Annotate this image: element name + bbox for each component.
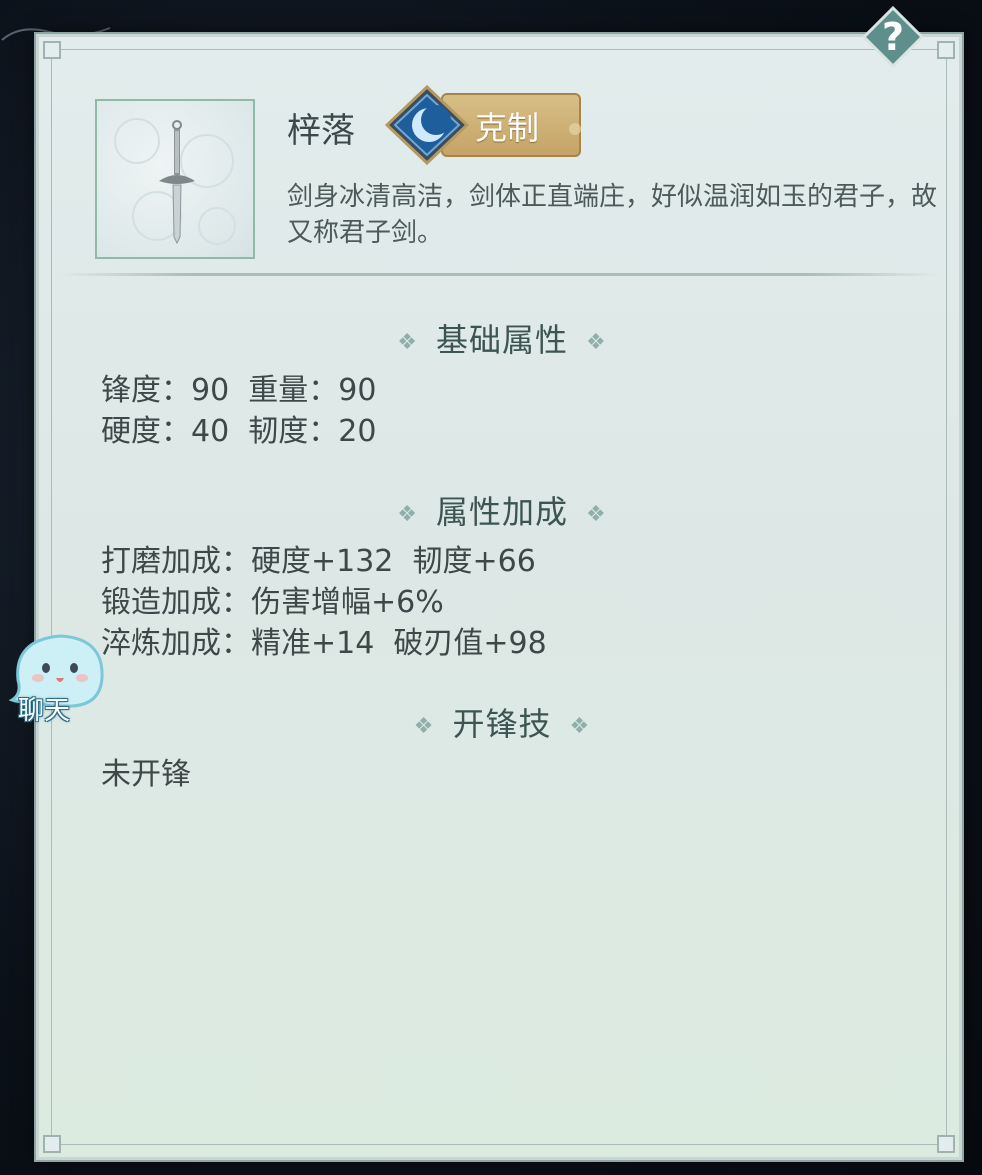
bonus-row: 打磨加成：硬度+132 韧度+66 bbox=[101, 544, 536, 579]
corner-ornament bbox=[43, 41, 61, 59]
corner-ornament bbox=[937, 41, 955, 59]
diamond-ornament-icon: ❖ bbox=[413, 713, 435, 739]
section-title-skill: ❖ 开锋技 ❖ bbox=[39, 699, 965, 745]
svg-text:?: ? bbox=[882, 15, 904, 59]
counter-badge-label: 克制 bbox=[475, 109, 540, 147]
section-title-bonus: ❖ 属性加成 ❖ bbox=[39, 487, 965, 533]
section-title-bonus-text: 属性加成 bbox=[435, 493, 568, 531]
section-title-skill-text: 开锋技 bbox=[452, 705, 552, 743]
item-name: 梓落 bbox=[287, 111, 355, 151]
item-thumbnail bbox=[95, 99, 255, 259]
section-title-base: ❖ 基础属性 ❖ bbox=[39, 315, 965, 361]
attribute-row: 锋度：90 重量：90 bbox=[101, 373, 377, 408]
bonus-row: 淬炼加成：精准+14 破刃值+98 bbox=[101, 626, 547, 661]
divider bbox=[59, 273, 939, 276]
diamond-ornament-icon: ❖ bbox=[586, 501, 607, 527]
section-title-base-text: 基础属性 bbox=[435, 321, 568, 359]
diamond-ornament-icon: ❖ bbox=[586, 329, 607, 355]
chat-button-label[interactable]: 聊天 bbox=[18, 690, 70, 727]
corner-ornament bbox=[937, 1135, 955, 1153]
attribute-row: 硬度：40 韧度：20 bbox=[101, 414, 377, 449]
corner-ornament bbox=[43, 1135, 61, 1153]
diamond-ornament-icon: ❖ bbox=[397, 329, 418, 355]
bonus-row: 锻造加成：伤害增幅+6% bbox=[101, 585, 444, 620]
item-description: 剑身冰清高洁，剑体正直端庄，好似温润如玉的君子，故又称君子剑。 bbox=[287, 182, 938, 248]
item-detail-panel: 梓落 克制 剑身冰清高洁，剑体正直端庄，好似温润如玉的君子，故又称君子剑。 ❖ 基… bbox=[36, 34, 962, 1160]
skill-status: 未开锋 bbox=[101, 757, 191, 792]
question-icon[interactable]: ? bbox=[862, 6, 924, 68]
diamond-ornament-icon: ❖ bbox=[569, 713, 591, 739]
diamond-ornament-icon: ❖ bbox=[397, 501, 418, 527]
sword-icon bbox=[114, 118, 236, 245]
